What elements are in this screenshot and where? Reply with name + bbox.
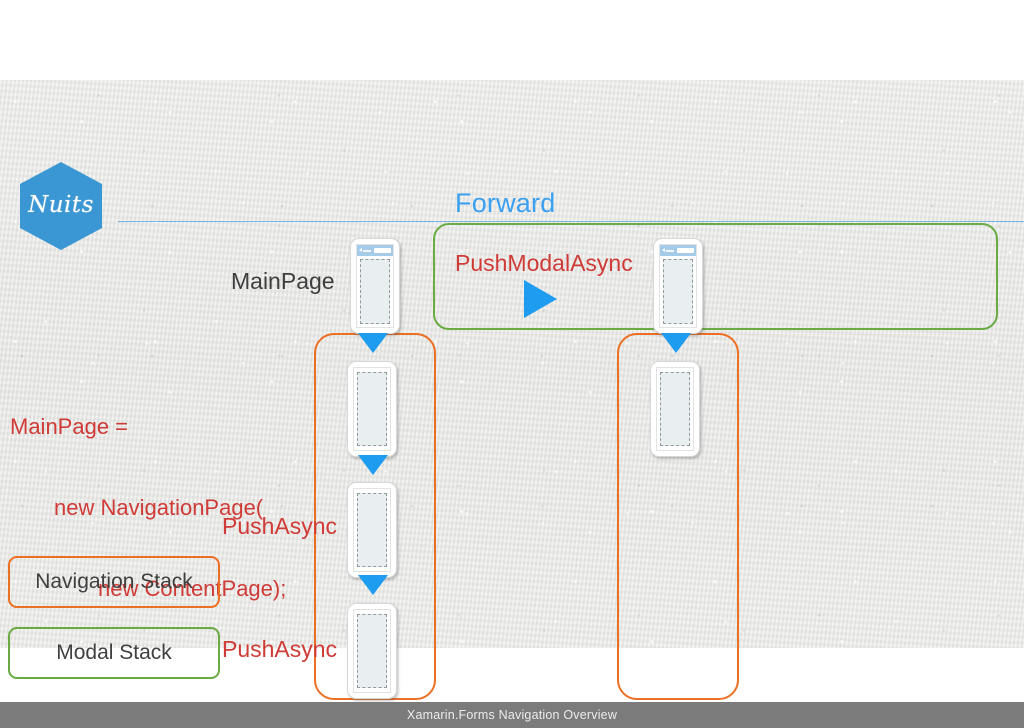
phone-navbar xyxy=(357,245,393,256)
phone-screen xyxy=(353,488,391,572)
phone-navbar xyxy=(660,245,696,256)
arrow-down-icon xyxy=(358,575,388,595)
back-chevron-icon xyxy=(359,248,362,252)
phone-content-area xyxy=(360,259,390,324)
phone-screen xyxy=(659,244,697,328)
phone-content-area xyxy=(357,493,387,567)
arrow-down-icon xyxy=(358,455,388,475)
phone-screen xyxy=(656,367,694,451)
phone-screen xyxy=(353,367,391,451)
phone-mockup-nav-2 xyxy=(347,482,397,578)
phone-mockup-mainpage xyxy=(350,238,400,334)
code-line-1: MainPage = xyxy=(10,414,129,439)
slide-root: Nuits Forward MainPage PushModalAsync Pu… xyxy=(0,0,1024,728)
phone-mockup-modal xyxy=(653,238,703,334)
label-mainpage: MainPage xyxy=(231,268,335,294)
navbar-dash xyxy=(666,249,674,252)
phone-mockup-modal-nav-1 xyxy=(650,361,700,457)
header-divider-line xyxy=(118,221,1024,222)
phone-content-area xyxy=(663,259,693,324)
slide-title: Forward xyxy=(455,188,556,218)
phone-content-area xyxy=(357,372,387,446)
arrow-down-icon xyxy=(661,333,691,353)
navbar-dash xyxy=(363,249,371,252)
legend-modal-stack: Modal Stack xyxy=(8,627,220,679)
navbar-title-pill xyxy=(677,248,694,253)
phone-content-area xyxy=(660,372,690,446)
play-triangle-icon xyxy=(524,280,557,318)
phone-screen xyxy=(356,244,394,328)
arrow-down-icon xyxy=(358,333,388,353)
mainpage-code-snippet: MainPage = new NavigationPage( new Conte… xyxy=(10,359,286,656)
legend-modal-stack-label: Modal Stack xyxy=(56,641,172,664)
legend-navigation-stack: Navigation Stack xyxy=(8,556,220,608)
slide-canvas: Nuits Forward MainPage PushModalAsync Pu… xyxy=(0,80,1024,728)
label-push-modal-async: PushModalAsync xyxy=(455,250,633,276)
phone-screen xyxy=(353,609,391,693)
phone-content-area xyxy=(357,614,387,688)
navbar-title-pill xyxy=(374,248,391,253)
footer-title: Xamarin.Forms Navigation Overview xyxy=(406,708,618,722)
logo-wordmark: Nuits xyxy=(28,192,94,218)
legend-navigation-stack-label: Navigation Stack xyxy=(35,570,193,593)
phone-mockup-nav-3 xyxy=(347,603,397,699)
back-chevron-icon xyxy=(662,248,665,252)
code-line-2: new NavigationPage( xyxy=(54,495,264,520)
phone-mockup-nav-1 xyxy=(347,361,397,457)
slide-footer: Xamarin.Forms Navigation Overview xyxy=(0,702,1024,728)
nuits-logo: Nuits xyxy=(20,162,102,250)
